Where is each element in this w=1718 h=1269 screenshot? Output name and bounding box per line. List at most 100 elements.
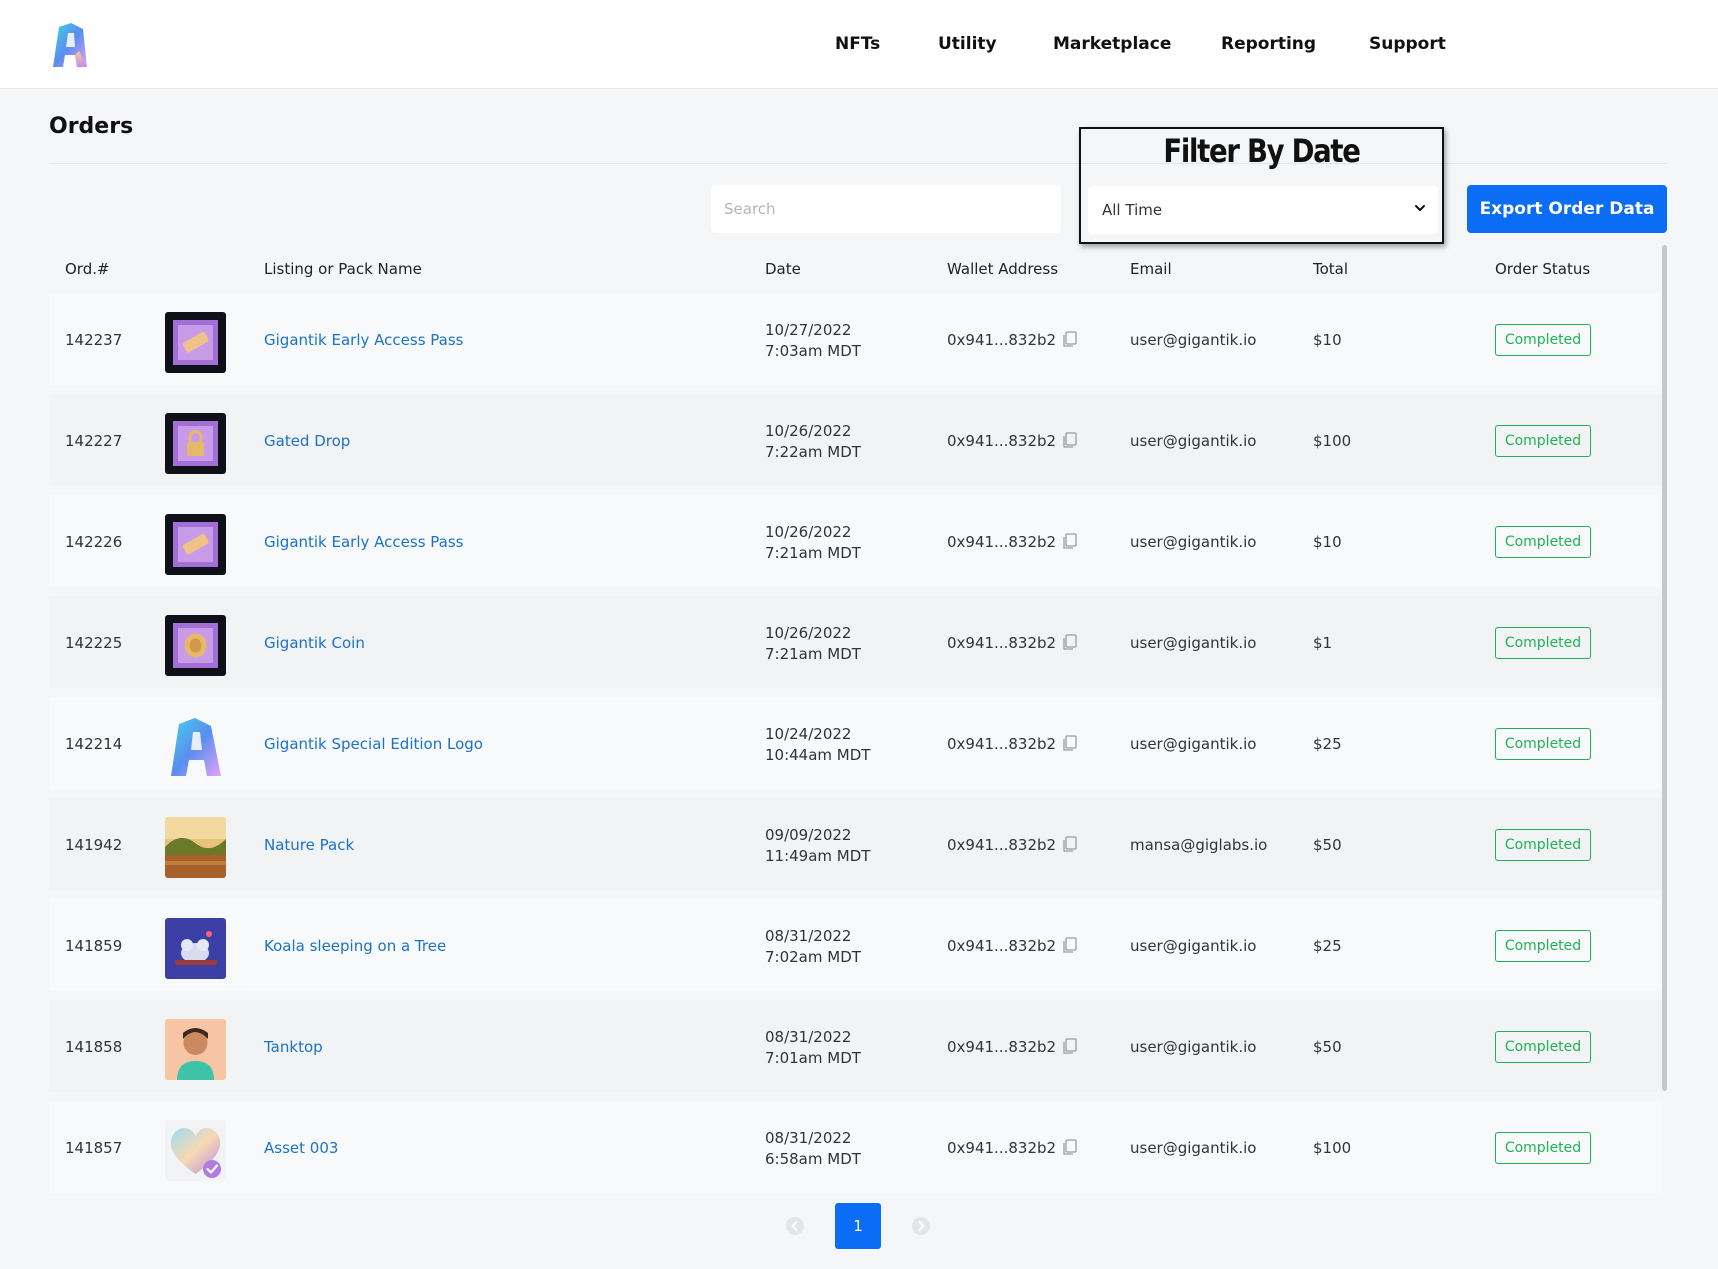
table-row[interactable]: 142214 Gigantik Special Edition Logo 10/24…	[49, 697, 1661, 789]
listing-thumbnail[interactable]	[165, 312, 226, 373]
order-number: 142227	[65, 432, 123, 450]
listing-name-link[interactable]: Koala sleeping on a Tree	[264, 937, 446, 955]
listing-thumbnail[interactable]	[165, 918, 226, 979]
order-date-time: 7:21am MDT	[765, 645, 861, 663]
order-total: $50	[1313, 1038, 1342, 1056]
order-date: 08/31/2022 7:02am MDT	[765, 926, 861, 968]
copy-icon[interactable]	[1062, 937, 1077, 954]
page-title: Orders	[49, 114, 134, 139]
order-date: 10/27/2022 7:03am MDT	[765, 320, 861, 362]
order-email: user@gigantik.io	[1130, 735, 1257, 753]
order-email: user@gigantik.io	[1130, 331, 1257, 349]
table-row[interactable]: 142237 Gigantik Early Access Pass 10/27/20…	[49, 293, 1661, 385]
order-total: $25	[1313, 735, 1342, 753]
table-row[interactable]: 141942 Nature Pack 09/09/2022 11:49am MDT 0x…	[49, 798, 1661, 890]
listing-name-link[interactable]: Gigantik Special Edition Logo	[264, 735, 483, 753]
copy-icon[interactable]	[1062, 634, 1077, 651]
order-date-day: 08/31/2022	[765, 1129, 852, 1147]
search-input[interactable]	[711, 185, 1061, 233]
order-total: $50	[1313, 836, 1342, 854]
top-bar: NFTs Utility Marketplace Reporting Suppo…	[0, 0, 1718, 89]
table-row[interactable]: 141858 Tanktop 08/31/2022 7:01am MDT 0x941..…	[49, 1000, 1661, 1092]
header-email[interactable]: Email	[1130, 260, 1172, 278]
table-row[interactable]: 142225 Gigantik Coin 10/26/2022 7:21am MDT 0…	[49, 596, 1661, 688]
status-badge: Completed	[1495, 1031, 1591, 1063]
listing-name-link[interactable]: Gigantik Early Access Pass	[264, 533, 463, 551]
date-filter-select[interactable]: All Time	[1088, 186, 1438, 234]
nav-item-marketplace[interactable]: Marketplace	[1053, 34, 1171, 54]
status-badge: Completed	[1495, 1132, 1591, 1164]
order-date-day: 10/26/2022	[765, 624, 852, 642]
header-date[interactable]: Date	[765, 260, 801, 278]
order-number: 141857	[65, 1139, 123, 1157]
nav-item-support[interactable]: Support	[1369, 34, 1446, 54]
order-date-time: 7:21am MDT	[765, 544, 861, 562]
listing-thumbnail[interactable]	[165, 413, 226, 474]
listing-name-link[interactable]: Tanktop	[264, 1038, 323, 1056]
order-number: 141942	[65, 836, 123, 854]
order-date-time: 10:44am MDT	[765, 746, 871, 764]
order-date: 10/26/2022 7:21am MDT	[765, 623, 861, 665]
listing-name-link[interactable]: Gated Drop	[264, 432, 350, 450]
header-name[interactable]: Listing or Pack Name	[264, 260, 422, 278]
header-wallet[interactable]: Wallet Address	[947, 260, 1058, 278]
copy-icon[interactable]	[1062, 735, 1077, 752]
status-badge: Completed	[1495, 627, 1591, 659]
filter-heading: Filter By Date	[1163, 132, 1361, 170]
order-date-day: 09/09/2022	[765, 826, 852, 844]
order-total: $100	[1313, 1139, 1352, 1157]
order-date-day: 10/26/2022	[765, 523, 852, 541]
table-row[interactable]: 141857 Asset 003 08/31/2022 6:58am MDT 0x941…	[49, 1101, 1661, 1193]
copy-icon[interactable]	[1062, 533, 1077, 550]
listing-thumbnail[interactable]	[165, 514, 226, 575]
status-badge: Completed	[1495, 526, 1591, 558]
wallet-address: 0x941...832b2	[947, 432, 1057, 450]
listing-name-link[interactable]: Gigantik Early Access Pass	[264, 331, 463, 349]
table-row[interactable]: 141859 Koala sleeping on a Tree 08/31/2022…	[49, 899, 1661, 991]
order-date-day: 08/31/2022	[765, 1028, 852, 1046]
listing-name-link[interactable]: Gigantik Coin	[264, 634, 365, 652]
wallet-address: 0x941...832b2	[947, 1038, 1057, 1056]
listing-thumbnail[interactable]	[165, 1019, 226, 1080]
status-badge: Completed	[1495, 728, 1591, 760]
export-order-data-button[interactable]: Export Order Data	[1467, 185, 1667, 233]
order-number: 142214	[65, 735, 123, 753]
listing-name-link[interactable]: Nature Pack	[264, 836, 354, 854]
order-date-time: 6:58am MDT	[765, 1150, 861, 1168]
prev-page-icon[interactable]	[785, 1216, 805, 1236]
header-ord[interactable]: Ord.#	[65, 260, 110, 278]
nav-item-nfts[interactable]: NFTs	[835, 34, 880, 54]
header-total[interactable]: Total	[1313, 260, 1348, 278]
listing-thumbnail[interactable]	[165, 1120, 226, 1181]
order-date: 09/09/2022 11:49am MDT	[765, 825, 870, 867]
chevron-down-icon	[1415, 205, 1425, 211]
gigantik-logo-icon[interactable]	[49, 21, 89, 69]
status-badge: Completed	[1495, 425, 1591, 457]
copy-icon[interactable]	[1062, 836, 1077, 853]
order-total: $1	[1313, 634, 1333, 652]
listing-name-link[interactable]: Asset 003	[264, 1139, 338, 1157]
order-date: 10/24/2022 10:44am MDT	[765, 724, 870, 766]
order-total: $25	[1313, 937, 1342, 955]
table-row[interactable]: 142227 Gated Drop 10/26/2022 7:22am MDT 0x94…	[49, 394, 1661, 486]
table-scrollbar[interactable]	[1662, 245, 1667, 1091]
order-date-time: 11:49am MDT	[765, 847, 871, 865]
listing-thumbnail[interactable]	[165, 615, 226, 676]
page-number-current[interactable]: 1	[835, 1203, 881, 1249]
header-status[interactable]: Order Status	[1495, 260, 1590, 278]
order-date-time: 7:22am MDT	[765, 443, 861, 461]
status-badge: Completed	[1495, 930, 1591, 962]
copy-icon[interactable]	[1062, 1139, 1077, 1156]
listing-thumbnail[interactable]	[165, 817, 226, 878]
copy-icon[interactable]	[1062, 1038, 1077, 1055]
listing-thumbnail[interactable]	[165, 716, 226, 777]
nav-item-reporting[interactable]: Reporting	[1221, 34, 1316, 54]
wallet-address: 0x941...832b2	[947, 836, 1057, 854]
table-row[interactable]: 142226 Gigantik Early Access Pass 10/26/20…	[49, 495, 1661, 587]
copy-icon[interactable]	[1062, 331, 1077, 348]
copy-icon[interactable]	[1062, 432, 1077, 449]
next-page-icon[interactable]	[911, 1216, 931, 1236]
pagination: 1	[0, 1203, 1718, 1249]
order-date: 10/26/2022 7:22am MDT	[765, 421, 861, 463]
nav-item-utility[interactable]: Utility	[938, 34, 997, 54]
